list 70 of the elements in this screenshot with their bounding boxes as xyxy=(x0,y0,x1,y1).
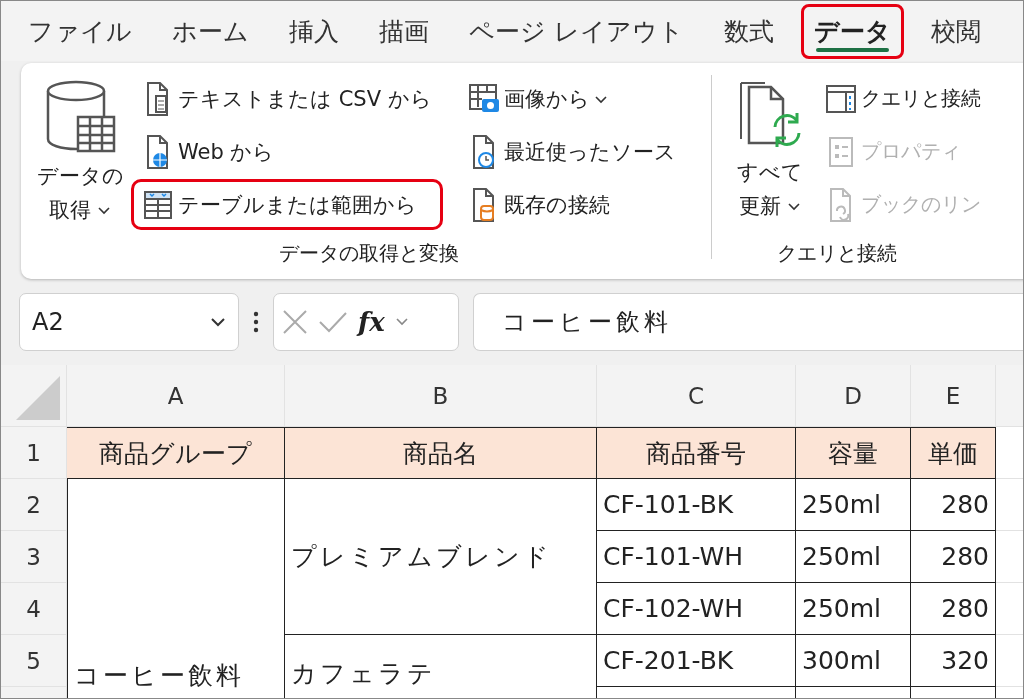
row-header[interactable]: 5 xyxy=(1,635,67,687)
ribbon-button[interactable]: 既存の接続 xyxy=(456,179,687,230)
large-ribbon-button[interactable]: すべて 更新 xyxy=(728,73,812,240)
formula-field[interactable]: コーヒー飲料 xyxy=(473,293,1023,351)
table-cell: CF-102-WH xyxy=(597,583,796,635)
menu-tab[interactable]: 数式 xyxy=(710,3,787,59)
link-file-icon xyxy=(828,186,854,223)
insert-function-button[interactable]: fx xyxy=(358,307,385,337)
caret-icon xyxy=(593,93,608,104)
properties-icon xyxy=(828,135,854,168)
cancel-icon xyxy=(282,309,308,335)
web-file-icon xyxy=(145,133,171,170)
column-header[interactable]: D xyxy=(796,365,911,427)
ribbon-button[interactable]: テキストまたは CSV から xyxy=(131,73,443,124)
select-all-icon[interactable] xyxy=(16,376,60,420)
row-header[interactable]: 2 xyxy=(1,479,67,531)
text-file-icon xyxy=(145,80,171,117)
table-cell: 280 xyxy=(911,583,996,635)
database-file-icon xyxy=(470,186,497,223)
more-icon xyxy=(253,311,259,333)
table-cell: プレミアムブレンド xyxy=(285,479,597,635)
database-table-icon xyxy=(44,79,116,155)
row-header[interactable]: 3 xyxy=(1,531,67,583)
clock-file-icon xyxy=(470,133,497,170)
panel-icon xyxy=(825,83,857,114)
ribbon-button[interactable]: テーブルまたは範囲から xyxy=(131,179,443,230)
table-icon xyxy=(143,189,173,220)
table-header-cell: 商品番号 xyxy=(597,427,796,479)
table-cell: CF-101-BK xyxy=(597,479,796,531)
menu-tab[interactable]: ファイル xyxy=(15,3,145,59)
ribbon-button[interactable]: 画像から xyxy=(456,73,687,124)
menu-tab[interactable]: ページ レイアウト xyxy=(456,3,697,59)
table-cell: コーヒー飲料 xyxy=(67,479,285,698)
column-header[interactable]: C xyxy=(597,365,796,427)
menu-tab[interactable]: 描画 xyxy=(366,3,442,59)
table-cell: 250ml xyxy=(796,583,911,635)
table-cell: 280 xyxy=(911,531,996,583)
check-icon xyxy=(318,310,348,334)
menu-tab[interactable]: ホーム xyxy=(159,3,262,59)
column-header[interactable]: E xyxy=(911,365,996,427)
table-header-cell: 商品グループ xyxy=(67,427,285,479)
table-header-cell: 容量 xyxy=(796,427,911,479)
column-header[interactable]: B xyxy=(285,365,597,427)
row-header[interactable]: 1 xyxy=(1,427,67,479)
caret-icon xyxy=(97,205,111,215)
table-cell: CF-101-WH xyxy=(597,531,796,583)
table-cell: CF-201-BK xyxy=(597,635,796,687)
menu-tab[interactable]: 挿入 xyxy=(276,3,352,59)
ribbon-button[interactable]: 最近使ったソース xyxy=(456,126,687,177)
large-ribbon-button[interactable]: データの 取得 xyxy=(37,73,123,240)
ribbon-button[interactable]: クエリと接続 xyxy=(820,73,986,124)
caret-icon xyxy=(787,201,801,211)
table-header-cell: 単価 xyxy=(911,427,996,479)
caret-icon xyxy=(394,317,409,327)
menu-tab[interactable]: データ xyxy=(800,3,904,59)
group-label: データの取得と変換 xyxy=(278,240,460,267)
row-header[interactable]: 4 xyxy=(1,583,67,635)
table-header-cell: 商品名 xyxy=(285,427,597,479)
ribbon-button[interactable]: Web から xyxy=(131,126,443,177)
table-cell: 250ml xyxy=(796,479,911,531)
table-cell: 300ml xyxy=(796,635,911,687)
name-box[interactable]: A2 xyxy=(19,293,239,351)
table-cell: 320 xyxy=(911,635,996,687)
image-table-icon xyxy=(467,82,500,115)
group-label: クエリと接続 xyxy=(776,240,898,267)
caret-icon xyxy=(210,317,226,327)
table-cell: 280 xyxy=(911,479,996,531)
column-header[interactable]: A xyxy=(67,365,285,427)
menu-tab[interactable]: 校閲 xyxy=(917,3,994,59)
table-cell: 250ml xyxy=(796,531,911,583)
